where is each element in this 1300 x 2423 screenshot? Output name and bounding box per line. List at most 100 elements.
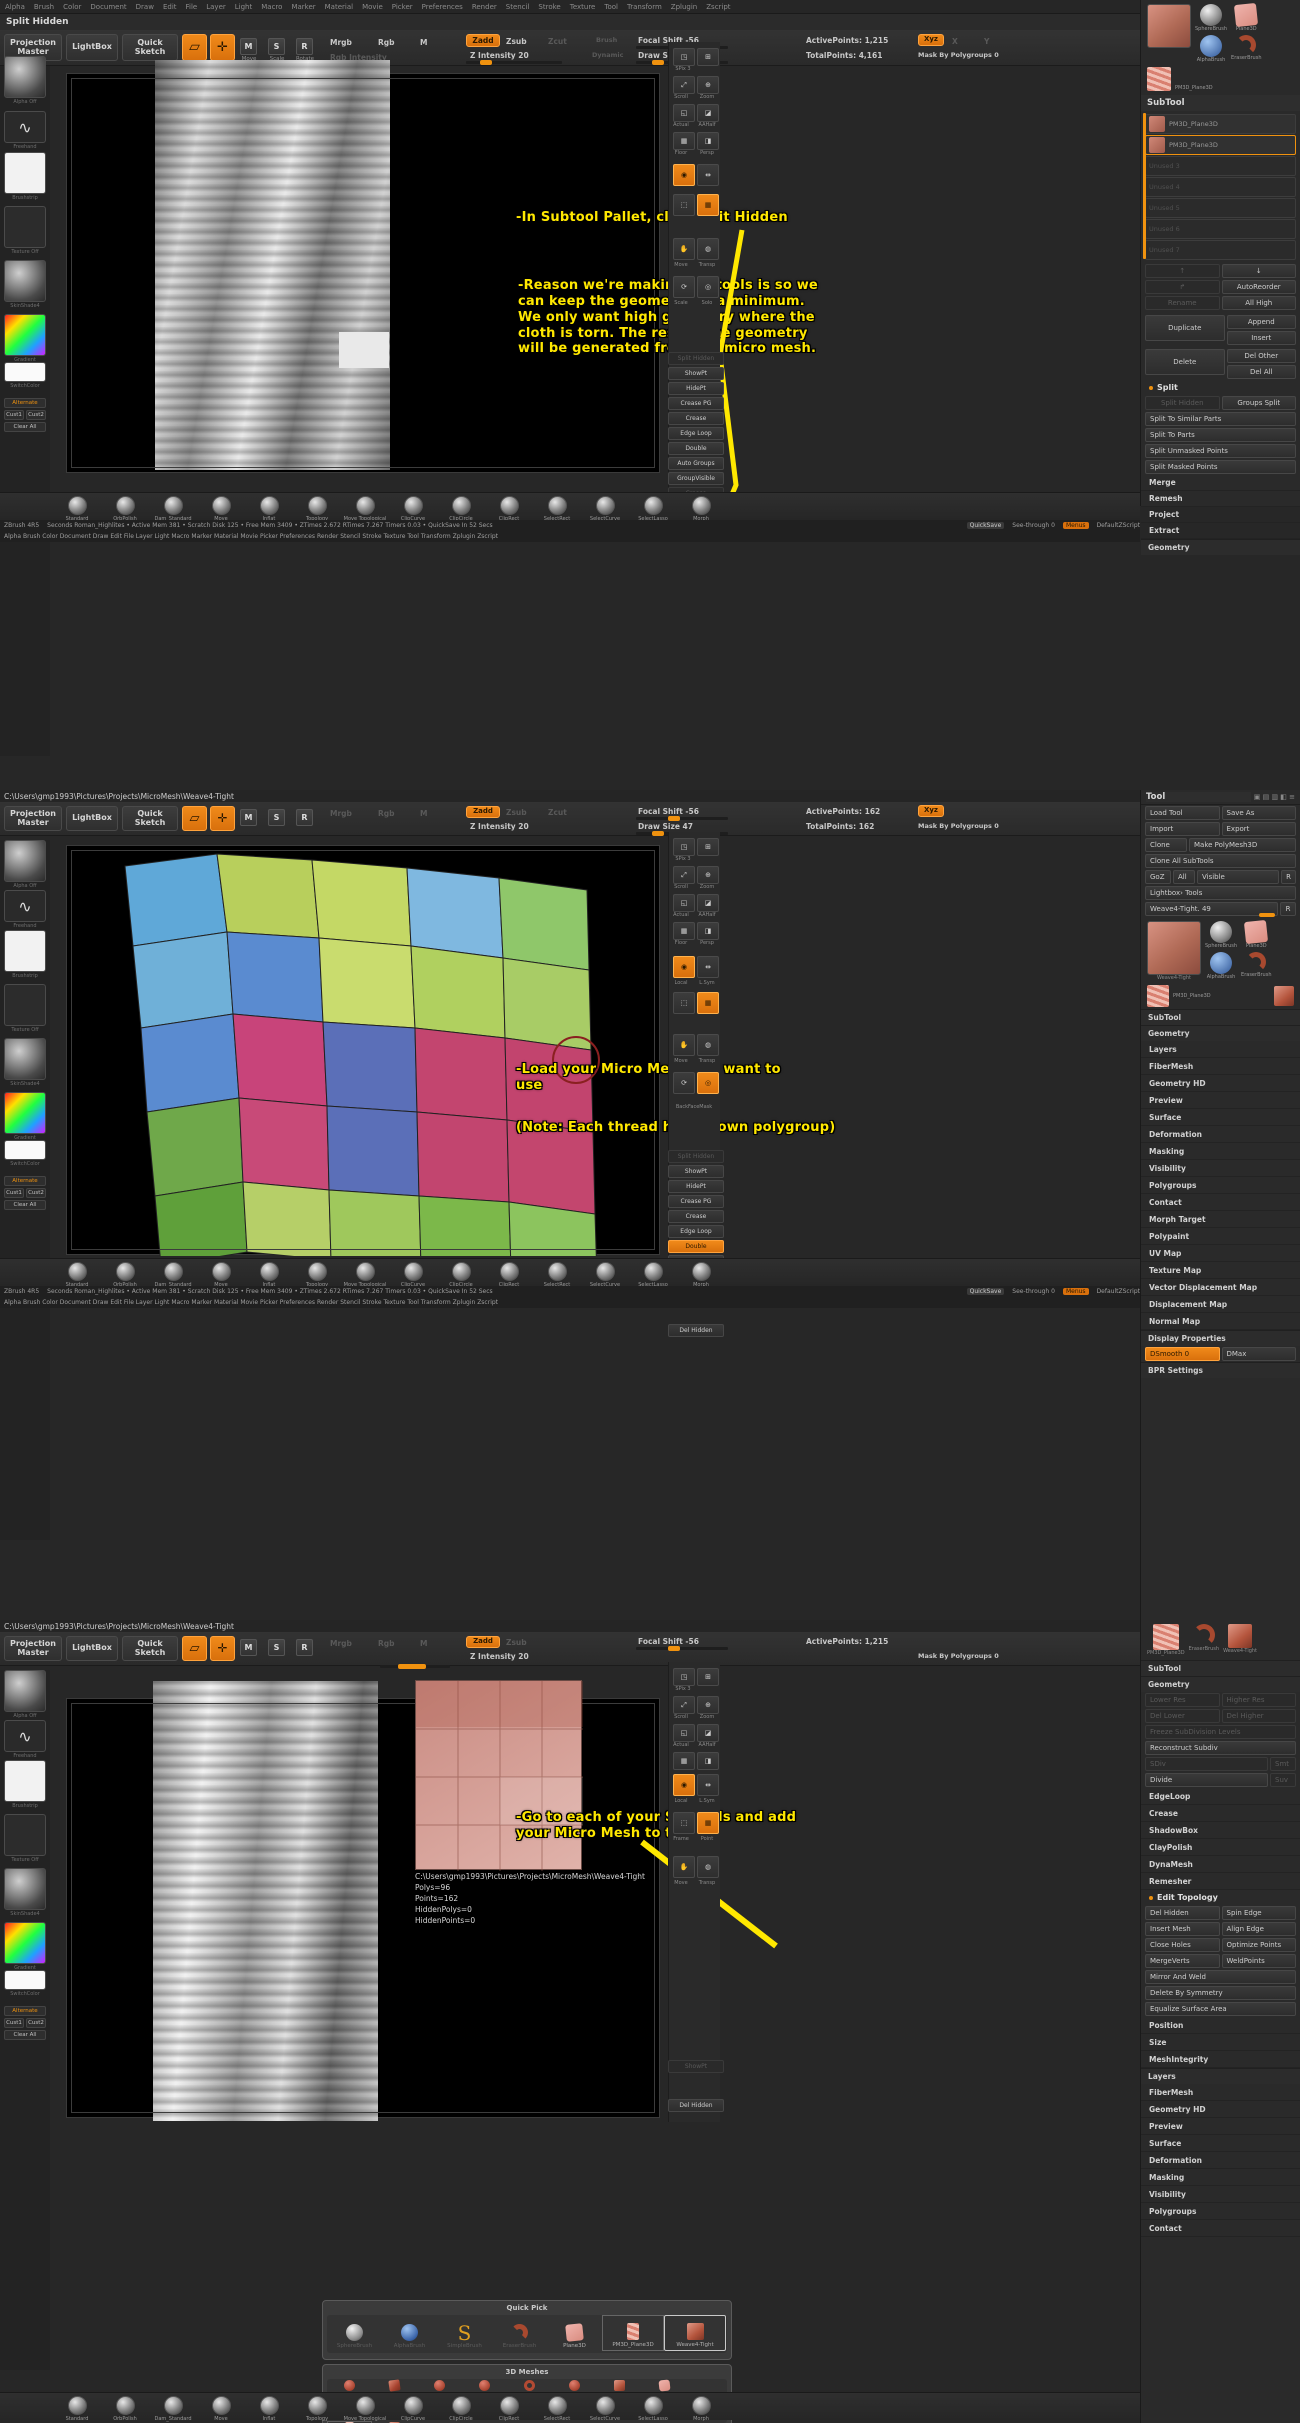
weldpoints-button[interactable]: WeldPoints bbox=[1221, 1954, 1296, 1968]
subtool-panel-header[interactable]: SubTool bbox=[1141, 95, 1300, 111]
rotate-view-button-2[interactable]: ⟳ bbox=[673, 1072, 695, 1094]
scroll-button-2[interactable]: ⤢ bbox=[673, 866, 695, 884]
quick-sketch-button-2[interactable]: Quick Sketch bbox=[122, 806, 178, 831]
edit-mode-button[interactable]: ▱ bbox=[182, 34, 207, 61]
menu-contact[interactable]: Contact bbox=[1141, 1194, 1300, 1211]
move-tool-button[interactable]: M bbox=[240, 38, 257, 55]
edit-mode-button-3[interactable]: ▱ bbox=[182, 1636, 207, 1661]
mrgb-button-3[interactable]: Mrgb bbox=[330, 1639, 352, 1648]
rename-button[interactable]: ↱ bbox=[1145, 280, 1220, 294]
quickpick-simplebrush[interactable]: S SimpleBrush bbox=[437, 2315, 492, 2351]
dsmooth-slider[interactable]: DSmooth 0 bbox=[1145, 1347, 1220, 1361]
split-hidden-button[interactable]: Split Hidden bbox=[1145, 396, 1220, 410]
point-button-3[interactable]: ▦ bbox=[697, 1812, 719, 1834]
x-axis-button[interactable]: X bbox=[952, 37, 958, 46]
plane3d-icon-2[interactable] bbox=[1244, 919, 1269, 945]
menu-item[interactable]: Transform bbox=[627, 3, 662, 11]
menu-item[interactable]: Zscript bbox=[706, 3, 730, 11]
spin-edge-button[interactable]: Spin Edge bbox=[1221, 1906, 1296, 1920]
move-tool-button-2[interactable]: M bbox=[240, 809, 257, 826]
split-masked-points-button[interactable]: Split Masked Points bbox=[1145, 460, 1296, 474]
brushstrip-thumbnail[interactable] bbox=[4, 152, 46, 194]
shadowbox-item[interactable]: ShadowBox bbox=[1141, 1822, 1300, 1839]
hidept-button[interactable]: HidePt bbox=[668, 382, 724, 395]
split-section-label[interactable]: Split bbox=[1141, 380, 1300, 395]
shownone-ctx-3[interactable]: ShowPt bbox=[668, 2060, 724, 2073]
menu-surface-3[interactable]: Surface bbox=[1141, 2135, 1300, 2152]
xpose-button[interactable]: ⊞ bbox=[697, 48, 719, 66]
split-to-similar-parts-button[interactable]: Split To Similar Parts bbox=[1145, 412, 1296, 426]
texture-thumbnail[interactable] bbox=[4, 206, 46, 248]
point-button[interactable]: ▦ bbox=[697, 194, 719, 216]
mask-polygroups-3[interactable]: Mask By Polygroups 0 bbox=[918, 1652, 999, 1660]
zadd-button-2[interactable]: Zadd bbox=[466, 806, 500, 818]
brush-selectlasso-2[interactable]: SelectLasso bbox=[626, 1262, 680, 1288]
quicksave-button[interactable]: QuickSave bbox=[966, 522, 1005, 529]
quickpick-weave4-tight[interactable]: Weave4-Tight bbox=[664, 2315, 726, 2351]
xyz-button[interactable]: Xyz bbox=[918, 34, 944, 46]
lightbox-tools-button[interactable]: Lightbox› Tools bbox=[1145, 886, 1296, 900]
current-tool-thumb-wrap[interactable]: Weave4-Tight bbox=[1147, 921, 1201, 981]
solo-button-2[interactable]: ◎ bbox=[697, 1072, 719, 1094]
plane3d-icon[interactable] bbox=[1234, 2, 1259, 28]
shelf-item-stroke-3[interactable]: ∿ Freehand bbox=[4, 1720, 46, 1759]
z-intensity-label-2[interactable]: Z Intensity 20 bbox=[470, 822, 529, 831]
focal-shift-label-2[interactable]: Focal Shift -56 bbox=[638, 807, 699, 816]
brush-orbpolish-3[interactable]: OrbPolish bbox=[98, 2396, 152, 2422]
shelf-item-stroke[interactable]: ∿ Freehand bbox=[4, 111, 46, 150]
zsub-button[interactable]: Zsub bbox=[506, 37, 527, 46]
move-view-button-3[interactable]: ✋ bbox=[673, 1856, 695, 1878]
menu-item[interactable]: Brush bbox=[34, 3, 54, 11]
freehand-icon-3[interactable]: ∿ bbox=[4, 1720, 46, 1752]
shelf-item-color-2[interactable]: Gradient bbox=[4, 1092, 46, 1141]
brush-move-3[interactable]: Move bbox=[194, 2396, 248, 2422]
menus-button[interactable]: Menus bbox=[1062, 522, 1089, 529]
insert-mesh-button[interactable]: Insert Mesh bbox=[1145, 1922, 1220, 1936]
brush-move[interactable]: Move bbox=[194, 496, 248, 522]
shelf-item-color[interactable]: Gradient bbox=[4, 314, 46, 363]
menu-item[interactable]: Preferences bbox=[422, 3, 463, 11]
backfacemask-label[interactable]: BackFaceMask bbox=[665, 1104, 723, 1110]
edit-mode-button-2[interactable]: ▱ bbox=[182, 806, 207, 831]
menu-masking[interactable]: Masking bbox=[1141, 1143, 1300, 1160]
brush-clipcircle[interactable]: ClipCircle bbox=[434, 496, 488, 522]
aahalf-button-3[interactable]: ◪ bbox=[697, 1724, 719, 1742]
pm3d-plane3d-icon[interactable] bbox=[1147, 67, 1171, 91]
double-button-2[interactable]: Double bbox=[668, 1240, 724, 1253]
menu-masking-3[interactable]: Masking bbox=[1141, 2169, 1300, 2186]
geometry-header[interactable]: Geometry bbox=[1141, 539, 1300, 555]
subtool-slot[interactable]: Unused 6 bbox=[1145, 219, 1296, 239]
brush-orbpolish-2[interactable]: OrbPolish bbox=[98, 1262, 152, 1288]
floor-button[interactable]: ▦ bbox=[673, 132, 695, 150]
persp2-button-2[interactable]: ◨ bbox=[697, 922, 719, 940]
alpha-thumbnail-3[interactable] bbox=[4, 1670, 46, 1712]
export-button[interactable]: Export bbox=[1221, 822, 1296, 836]
menu-preview[interactable]: Preview bbox=[1141, 1092, 1300, 1109]
focal-shift-label-3[interactable]: Focal Shift -56 bbox=[638, 1637, 699, 1646]
menu-fibermesh-3[interactable]: FiberMesh bbox=[1141, 2084, 1300, 2101]
brush-topology-2[interactable]: Topology bbox=[290, 1262, 344, 1288]
crease-pg-button[interactable]: Crease PG bbox=[668, 397, 724, 410]
menu-texture-map[interactable]: Texture Map bbox=[1141, 1262, 1300, 1279]
menu-item[interactable]: Picker bbox=[392, 3, 413, 11]
clone-button[interactable]: Clone bbox=[1145, 838, 1187, 852]
lsym-button-3[interactable]: ⇹ bbox=[697, 1774, 719, 1796]
edge-loop-button[interactable]: Edge Loop bbox=[668, 427, 724, 440]
edgeloop-item[interactable]: EdgeLoop bbox=[1141, 1788, 1300, 1805]
dynamesh-item[interactable]: DynaMesh bbox=[1141, 1856, 1300, 1873]
shelf-item-material-2[interactable]: SkinShade4 bbox=[4, 1038, 46, 1087]
menu-item[interactable]: Texture bbox=[570, 3, 596, 11]
brush-dam-standard[interactable]: Dam_Standard bbox=[146, 496, 200, 522]
shelf-item-switchcolor-3[interactable]: SwitchColor bbox=[4, 1970, 46, 1997]
persp-button-2[interactable]: ◳ bbox=[673, 838, 695, 856]
shelf-item-stroke-2[interactable]: ∿ Freehand bbox=[4, 890, 46, 929]
clone-all-subtools-button[interactable]: Clone All SubTools bbox=[1145, 854, 1296, 868]
all-high-button[interactable]: All High bbox=[1221, 296, 1296, 310]
goz-button[interactable]: GoZ bbox=[1145, 870, 1171, 884]
quickpick-eraserbrush[interactable]: EraserBrush bbox=[492, 2315, 547, 2351]
transp-button[interactable]: ◍ bbox=[697, 238, 719, 260]
higher-res-button[interactable]: Higher Res bbox=[1221, 1693, 1296, 1707]
rgb-button-2[interactable]: Rgb bbox=[378, 809, 395, 818]
clear-all-button-3[interactable]: Clear All bbox=[4, 2030, 46, 2040]
shelf-item-texture-3[interactable]: Texture Off bbox=[4, 1814, 46, 1863]
